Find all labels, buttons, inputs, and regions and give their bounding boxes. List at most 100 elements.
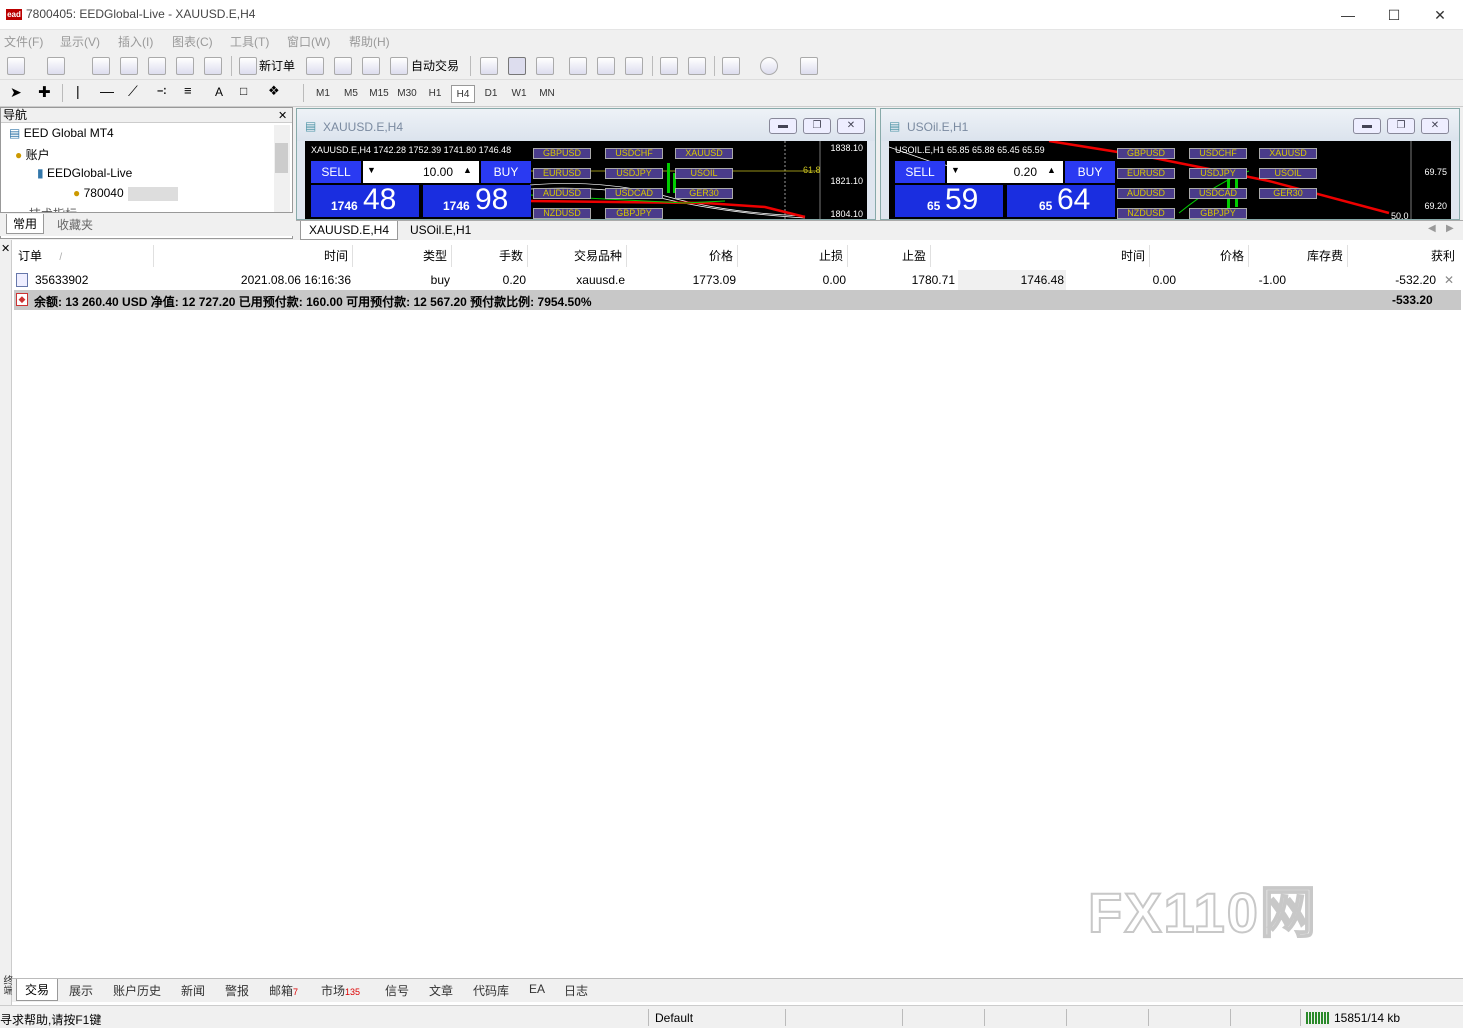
- tabs-right-icon[interactable]: ▶: [1446, 223, 1454, 234]
- menu-insert[interactable]: 插入(I): [118, 33, 153, 50]
- symbol-button[interactable]: XAUUSD: [1259, 148, 1317, 159]
- symbol-button[interactable]: EURUSD: [1117, 168, 1175, 179]
- menu-help[interactable]: 帮助(H): [349, 33, 390, 50]
- tree-root[interactable]: ▤ EED Global MT4: [9, 126, 114, 140]
- timeframe-m1[interactable]: M1: [311, 85, 335, 103]
- timeframe-h4[interactable]: H4: [451, 85, 475, 103]
- tab-trade[interactable]: 交易: [16, 979, 59, 1001]
- menu-tools[interactable]: 工具(T): [230, 33, 269, 50]
- col-close-time[interactable]: 时间: [932, 245, 1150, 267]
- lots-down-icon[interactable]: ▼: [951, 165, 960, 175]
- menu-file[interactable]: 文件(F): [4, 33, 43, 50]
- symbol-button[interactable]: EURUSD: [533, 168, 591, 179]
- symbol-button[interactable]: GER30: [1259, 188, 1317, 199]
- col-tp[interactable]: 止盈: [849, 245, 931, 267]
- tab-account-history[interactable]: 账户历史: [113, 982, 161, 999]
- symbol-button[interactable]: USDCHF: [605, 148, 663, 159]
- tab-signals[interactable]: 信号: [385, 982, 409, 999]
- timeframe-w1[interactable]: W1: [507, 85, 531, 103]
- zoom-in-icon[interactable]: [569, 57, 587, 75]
- symbol-button[interactable]: GBPUSD: [533, 148, 591, 159]
- lots-input[interactable]: 0.20: [947, 161, 1063, 183]
- periods-clock-icon[interactable]: [760, 57, 778, 75]
- buy-button[interactable]: BUY: [481, 161, 531, 183]
- tab-experts[interactable]: EA: [529, 982, 545, 996]
- profiles-icon[interactable]: [47, 57, 65, 75]
- cursor-icon[interactable]: ➤: [10, 84, 22, 101]
- chart-area[interactable]: USOIL.E,H1 65.85 65.88 65.45 65.59 SELL …: [889, 141, 1451, 219]
- community-icon[interactable]: [334, 57, 352, 75]
- symbol-button[interactable]: USDCAD: [1189, 188, 1247, 199]
- symbol-button[interactable]: USDJPY: [1189, 168, 1247, 179]
- chart-close-button[interactable]: ✕: [1421, 118, 1449, 134]
- col-symbol[interactable]: 交易品种: [529, 245, 627, 267]
- menu-view[interactable]: 显示(V): [60, 33, 100, 50]
- chart-area[interactable]: XAUUSD.E,H4 1742.28 1752.39 1741.80 1746…: [305, 141, 867, 219]
- col-cur-price[interactable]: 价格: [1151, 245, 1249, 267]
- col-type[interactable]: 类型: [354, 245, 452, 267]
- nav-tab-favorites[interactable]: 收藏夹: [57, 216, 93, 233]
- symbol-button[interactable]: GER30: [675, 188, 733, 199]
- auto-scroll-icon[interactable]: [688, 57, 706, 75]
- lots-input[interactable]: 10.00: [363, 161, 479, 183]
- buy-button[interactable]: BUY: [1065, 161, 1115, 183]
- symbol-button[interactable]: NZDUSD: [1117, 208, 1175, 219]
- col-price[interactable]: 价格: [628, 245, 738, 267]
- data-window-icon[interactable]: [120, 57, 138, 75]
- tab-mailbox[interactable]: 邮箱7: [269, 982, 298, 999]
- auto-trading-button[interactable]: 自动交易: [411, 57, 459, 74]
- symbol-button[interactable]: USDCHF: [1189, 148, 1247, 159]
- crosshair-icon[interactable]: ✚: [38, 83, 51, 101]
- lots-up-icon[interactable]: ▲: [463, 165, 472, 175]
- tab-code-base[interactable]: 代码库: [473, 982, 509, 999]
- tree-accounts[interactable]: ● 账户: [15, 146, 50, 163]
- tab-alerts[interactable]: 警报: [225, 982, 249, 999]
- trend-line-icon[interactable]: ⟋: [128, 83, 138, 100]
- symbol-button[interactable]: USDCAD: [605, 188, 663, 199]
- strategy-tester-icon[interactable]: [204, 57, 222, 75]
- navigator-icon[interactable]: [148, 57, 166, 75]
- text-tool-icon[interactable]: A: [215, 85, 223, 99]
- close-button[interactable]: ✕: [1417, 0, 1463, 30]
- col-profit[interactable]: 获利: [1349, 245, 1459, 267]
- sell-button[interactable]: SELL: [311, 161, 361, 183]
- timeframe-m30[interactable]: M30: [395, 85, 419, 103]
- timeframe-m15[interactable]: M15: [367, 85, 391, 103]
- indicators-icon[interactable]: [722, 57, 740, 75]
- channel-icon[interactable]: ∹: [156, 83, 167, 99]
- col-sl[interactable]: 止损: [739, 245, 848, 267]
- tab-exposure[interactable]: 展示: [69, 982, 93, 999]
- bid-price-box[interactable]: 1746 48: [311, 183, 419, 217]
- sell-button[interactable]: SELL: [895, 161, 945, 183]
- candlestick-icon[interactable]: [508, 57, 526, 75]
- symbol-button[interactable]: USOIL: [675, 168, 733, 179]
- text-label-icon[interactable]: □: [240, 84, 247, 98]
- templates-icon[interactable]: [800, 57, 818, 75]
- close-position-icon[interactable]: ✕: [1444, 270, 1454, 290]
- lots-down-icon[interactable]: ▼: [367, 165, 376, 175]
- timeframe-mn[interactable]: MN: [535, 85, 559, 103]
- fibonacci-icon[interactable]: ≡: [184, 83, 192, 98]
- col-lots[interactable]: 手数: [453, 245, 528, 267]
- tile-windows-icon[interactable]: [625, 57, 643, 75]
- line-chart-icon[interactable]: [536, 57, 554, 75]
- chart-minimize-button[interactable]: ▬: [1353, 118, 1381, 134]
- symbol-button[interactable]: AUDUSD: [1117, 188, 1175, 199]
- chart-shift-icon[interactable]: [660, 57, 678, 75]
- chart-minimize-button[interactable]: ▬: [769, 118, 797, 134]
- new-order-icon[interactable]: [239, 57, 257, 75]
- market-watch-icon[interactable]: [92, 57, 110, 75]
- bid-price-box[interactable]: 65 59: [895, 183, 1003, 217]
- arrows-icon[interactable]: ❖: [268, 83, 280, 99]
- maximize-button[interactable]: ☐: [1371, 0, 1417, 30]
- new-order-button[interactable]: 新订单: [259, 57, 295, 74]
- symbol-button[interactable]: GBPUSD: [1117, 148, 1175, 159]
- menu-charts[interactable]: 图表(C): [172, 33, 213, 50]
- tab-news[interactable]: 新闻: [181, 982, 205, 999]
- symbol-button[interactable]: USOIL: [1259, 168, 1317, 179]
- chart-restore-button[interactable]: ❐: [1387, 118, 1415, 134]
- nav-tab-common[interactable]: 常用: [6, 214, 45, 234]
- tree-account[interactable]: ● 780040: [73, 186, 178, 201]
- new-chart-icon[interactable]: [7, 57, 25, 75]
- symbol-button[interactable]: GBPJPY: [605, 208, 663, 219]
